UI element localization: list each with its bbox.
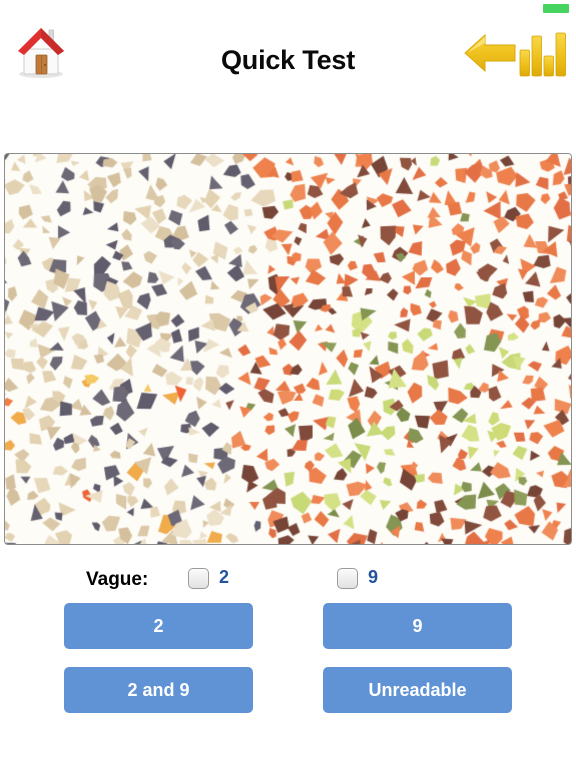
vague-label: Vague: — [86, 569, 149, 590]
ishihara-plate[interactable] — [4, 153, 572, 545]
plate-mosaic-canvas — [5, 154, 571, 544]
back-arrow-icon[interactable] — [463, 30, 517, 76]
checkbox-box[interactable] — [188, 568, 209, 589]
status-badge — [543, 4, 569, 13]
vague-row: Vague: 2 9 — [0, 566, 576, 598]
answer-button-2[interactable]: 2 — [64, 603, 253, 649]
bar-chart-icon[interactable] — [519, 26, 569, 78]
app-header: Quick Test — [0, 0, 576, 124]
checkbox-box[interactable] — [337, 568, 358, 589]
answer-button-unreadable[interactable]: Unreadable — [323, 667, 512, 713]
checkbox-label: 2 — [219, 567, 230, 587]
answer-button-9[interactable]: 9 — [323, 603, 512, 649]
quick-test-screen: Quick Test Vague: 2 9 2 9 2 and 9 Unread… — [0, 0, 576, 768]
checkbox-label: 9 — [368, 567, 379, 587]
answer-button-2-and-9[interactable]: 2 and 9 — [64, 667, 253, 713]
